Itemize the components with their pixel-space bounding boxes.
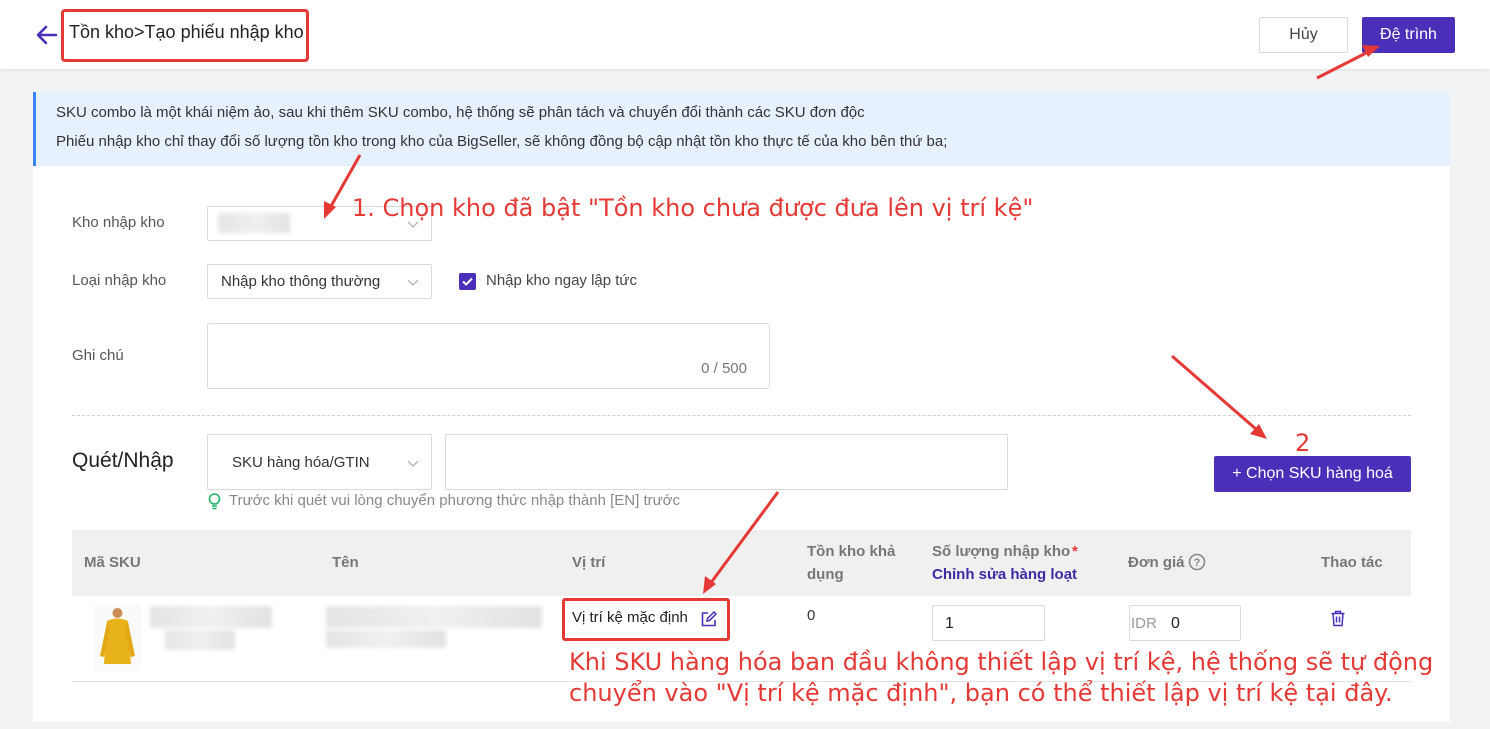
check-icon bbox=[462, 277, 473, 286]
col-qty: Số lượng nhập kho bbox=[932, 543, 1071, 560]
col-location: Vị trí bbox=[572, 554, 606, 571]
annotation-note-line2: chuyển vào "Vị trí kệ mặc định", bạn có … bbox=[569, 679, 1393, 707]
name-redacted-2 bbox=[326, 630, 446, 648]
warehouse-label: Kho nhập kho bbox=[72, 214, 165, 231]
location-highlight-box bbox=[562, 598, 730, 641]
svg-text:?: ? bbox=[1194, 557, 1201, 569]
scan-title: Quét/Nhập bbox=[72, 449, 174, 472]
lightbulb-icon bbox=[208, 493, 221, 510]
type-select-value: Nhập kho thông thường bbox=[221, 273, 381, 290]
col-available-line2: dụng bbox=[807, 566, 844, 583]
annotation-step1: 1. Chọn kho đã bật "Tồn kho chưa được đư… bbox=[352, 194, 1034, 222]
type-select[interactable]: Nhập kho thông thường bbox=[207, 264, 432, 299]
col-available-line1: Tồn kho khả bbox=[807, 543, 896, 560]
sku-redacted bbox=[150, 606, 272, 628]
annotation-step2: 2 bbox=[1295, 429, 1311, 457]
qty-input[interactable]: 1 bbox=[932, 605, 1045, 641]
price-value: 0 bbox=[1171, 615, 1180, 632]
col-price: Đơn giá bbox=[1128, 554, 1185, 571]
divider bbox=[72, 415, 1411, 416]
immediate-checkbox[interactable] bbox=[459, 273, 476, 290]
annotation-note-line1: Khi SKU hàng hóa ban đầu không thiết lập… bbox=[569, 648, 1434, 676]
trash-icon[interactable] bbox=[1330, 610, 1346, 627]
scan-input[interactable] bbox=[445, 434, 1008, 490]
table-header bbox=[72, 530, 1411, 596]
scan-mode-select[interactable]: SKU hàng hóa/GTIN bbox=[207, 434, 432, 490]
back-arrow-icon[interactable] bbox=[34, 22, 60, 48]
notice-line-2: Phiếu nhập kho chỉ thay đổi số lượng tồn… bbox=[56, 133, 948, 150]
scan-mode-value: SKU hàng hóa/GTIN bbox=[232, 454, 370, 471]
help-icon[interactable]: ? bbox=[1188, 553, 1206, 571]
chevron-down-icon bbox=[407, 279, 419, 286]
currency-label: IDR bbox=[1131, 615, 1157, 632]
available-value: 0 bbox=[807, 607, 816, 624]
scan-hint: Trước khi quét vui lòng chuyển phương th… bbox=[229, 492, 681, 509]
warehouse-value-redacted bbox=[218, 213, 290, 233]
price-input[interactable]: IDR 0 bbox=[1129, 605, 1241, 641]
required-mark: * bbox=[1072, 543, 1078, 560]
product-image bbox=[94, 604, 141, 671]
col-action: Thao tác bbox=[1321, 554, 1383, 571]
notice-line-1: SKU combo là một khái niệm ảo, sau khi t… bbox=[56, 104, 865, 121]
choose-sku-button[interactable]: + Chọn SKU hàng hoá bbox=[1214, 456, 1411, 492]
note-label: Ghi chú bbox=[72, 347, 124, 364]
notice-banner: SKU combo là một khái niệm ảo, sau khi t… bbox=[33, 92, 1450, 166]
submit-button[interactable]: Đệ trình bbox=[1362, 17, 1455, 53]
batch-edit-link[interactable]: Chỉnh sửa hàng loạt bbox=[932, 563, 1077, 586]
chevron-down-icon bbox=[407, 460, 419, 467]
name-redacted bbox=[326, 606, 542, 628]
breadcrumb-highlight-box bbox=[61, 9, 309, 62]
col-sku: Mã SKU bbox=[84, 554, 141, 571]
sku-redacted-2 bbox=[165, 630, 235, 650]
immediate-label: Nhập kho ngay lập tức bbox=[486, 272, 637, 289]
note-counter: 0 / 500 bbox=[701, 360, 747, 377]
cancel-button[interactable]: Hủy bbox=[1259, 17, 1348, 53]
type-label: Loại nhập kho bbox=[72, 272, 167, 289]
note-textarea[interactable]: 0 / 500 bbox=[207, 323, 770, 389]
col-name: Tên bbox=[332, 554, 359, 571]
